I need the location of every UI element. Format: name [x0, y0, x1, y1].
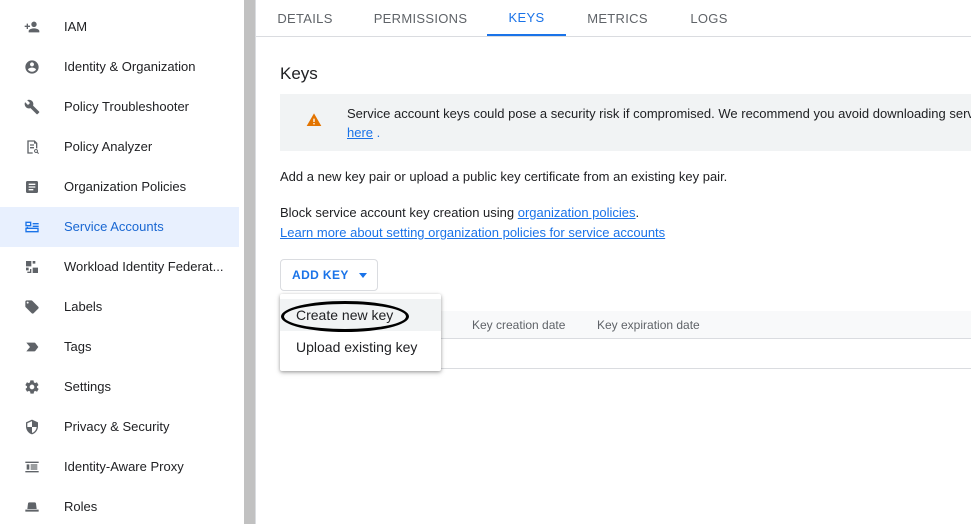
learn-more-link[interactable]: Learn more about setting organization po… [280, 225, 665, 240]
tab-metrics[interactable]: METRICS [587, 0, 647, 36]
sidebar-item-label: Identity-Aware Proxy [64, 459, 184, 474]
sidebar-item-identity-organization[interactable]: Identity & Organization [0, 47, 239, 87]
add-key-description: Add a new key pair or upload a public ke… [280, 169, 728, 184]
warning-link-suffix: . [376, 125, 381, 140]
column-header-creation-date: Key creation date [472, 318, 566, 332]
sidebar-item-label: Identity & Organization [64, 59, 196, 74]
sidebar-item-label: Workload Identity Federat... [64, 259, 224, 274]
menu-item-create-new-key[interactable]: Create new key [280, 299, 441, 331]
shield-icon [24, 419, 40, 435]
wrench-icon [24, 99, 40, 115]
article-icon [24, 179, 40, 195]
warning-icon [306, 113, 322, 126]
organization-policies-link[interactable]: organization policies [518, 205, 636, 220]
hat-icon [24, 499, 40, 515]
sidebar: IAM Identity & Organization Policy Troub… [0, 0, 244, 524]
tab-details[interactable]: DETAILS [277, 0, 332, 36]
tab-logs[interactable]: LOGS [690, 0, 727, 36]
sidebar-item-label: Privacy & Security [64, 419, 170, 434]
add-key-label: ADD KEY [292, 268, 349, 282]
here-link[interactable]: here [347, 125, 373, 140]
person-add-icon [24, 19, 40, 35]
sidebar-item-label: Organization Policies [64, 179, 187, 194]
account-circle-icon [24, 59, 40, 75]
table-row [440, 339, 971, 369]
sidebar-item-identity-aware-proxy[interactable]: Identity-Aware Proxy [0, 447, 239, 487]
sidebar-item-privacy-security[interactable]: Privacy & Security [0, 407, 239, 447]
sidebar-item-label: Roles [64, 499, 98, 514]
sidebar-item-roles[interactable]: Roles [0, 487, 239, 524]
sidebar-item-label: Tags [64, 339, 92, 354]
add-key-menu: Create new key Upload existing key [280, 294, 441, 371]
sidebar-item-label: Settings [64, 379, 111, 394]
tab-bar: DETAILS PERMISSIONS KEYS METRICS LOGS [256, 0, 971, 37]
page-title: Keys [280, 64, 318, 83]
add-key-button[interactable]: ADD KEY [280, 259, 378, 291]
sidebar-item-policy-analyzer[interactable]: Policy Analyzer [0, 127, 239, 167]
sidebar-item-tags[interactable]: Tags [0, 327, 239, 367]
keys-table-header: Key creation date Key expiration date [440, 311, 971, 339]
block-key-suffix: . [635, 205, 640, 220]
dropdown-caret-icon [358, 272, 367, 278]
service-account-icon [24, 219, 40, 235]
sidebar-item-label: Policy Troubleshooter [64, 99, 190, 114]
sidebar-item-settings[interactable]: Settings [0, 367, 239, 407]
sidebar-item-policy-troubleshooter[interactable]: Policy Troubleshooter [0, 87, 239, 127]
tab-keys[interactable]: KEYS [487, 0, 566, 36]
warning-banner: Service account keys could pose a securi… [280, 94, 971, 151]
sidebar-item-labels[interactable]: Labels [0, 287, 239, 327]
sidebar-item-workload-identity[interactable]: Workload Identity Federat... [0, 247, 239, 287]
warning-link-line: here . [347, 123, 380, 143]
tab-permissions[interactable]: PERMISSIONS [374, 0, 467, 36]
sidebar-item-service-accounts[interactable]: Service Accounts [0, 207, 239, 247]
sidebar-item-iam[interactable]: IAM [0, 7, 239, 47]
tag-icon [24, 339, 40, 355]
policy-analyzer-icon [24, 139, 40, 155]
warning-text: Service account keys could pose a securi… [347, 106, 971, 121]
block-key-text: Block service account key creation using… [280, 205, 639, 220]
sidebar-item-label: Service Accounts [64, 219, 164, 234]
sidebar-item-label: Policy Analyzer [64, 139, 153, 154]
menu-item-upload-existing-key[interactable]: Upload existing key [280, 331, 441, 363]
block-key-prefix: Block service account key creation using [280, 205, 518, 220]
proxy-icon [24, 459, 40, 475]
gear-icon [24, 379, 40, 395]
label-icon [24, 299, 40, 315]
sidebar-item-label: Labels [64, 299, 103, 314]
workload-identity-icon [24, 259, 40, 275]
divider [255, 0, 256, 524]
column-header-expiration-date: Key expiration date [597, 318, 700, 332]
sidebar-item-label: IAM [64, 19, 88, 34]
sidebar-scrollbar[interactable] [244, 0, 255, 524]
sidebar-item-organization-policies[interactable]: Organization Policies [0, 167, 239, 207]
